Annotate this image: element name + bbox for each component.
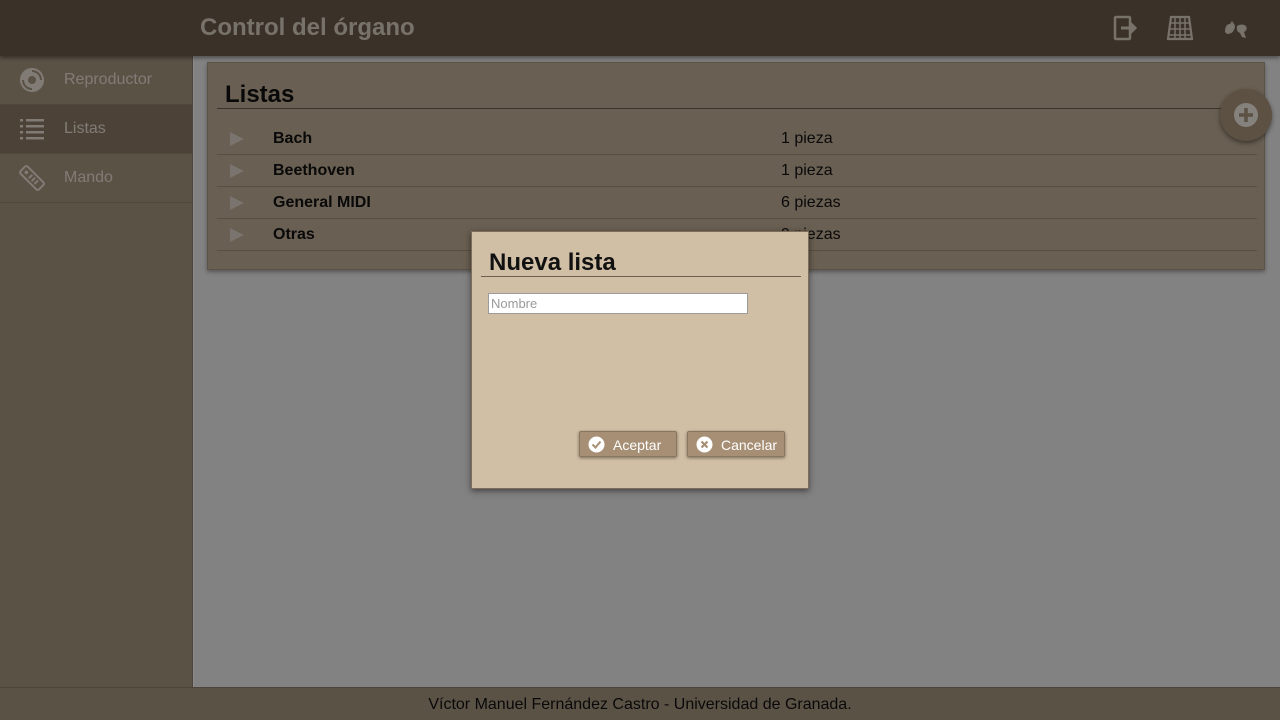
new-list-dialog: Nueva lista Aceptar Cancelar xyxy=(471,231,809,489)
dialog-title: Nueva lista xyxy=(489,249,616,276)
accept-label: Aceptar xyxy=(613,437,662,453)
accept-button[interactable]: Aceptar xyxy=(579,431,677,457)
close-circle-icon xyxy=(696,436,713,453)
dialog-divider xyxy=(481,276,801,277)
check-circle-icon xyxy=(588,436,605,453)
cancel-button[interactable]: Cancelar xyxy=(687,431,785,457)
list-name-input[interactable] xyxy=(488,293,748,314)
cancel-label: Cancelar xyxy=(721,437,778,453)
